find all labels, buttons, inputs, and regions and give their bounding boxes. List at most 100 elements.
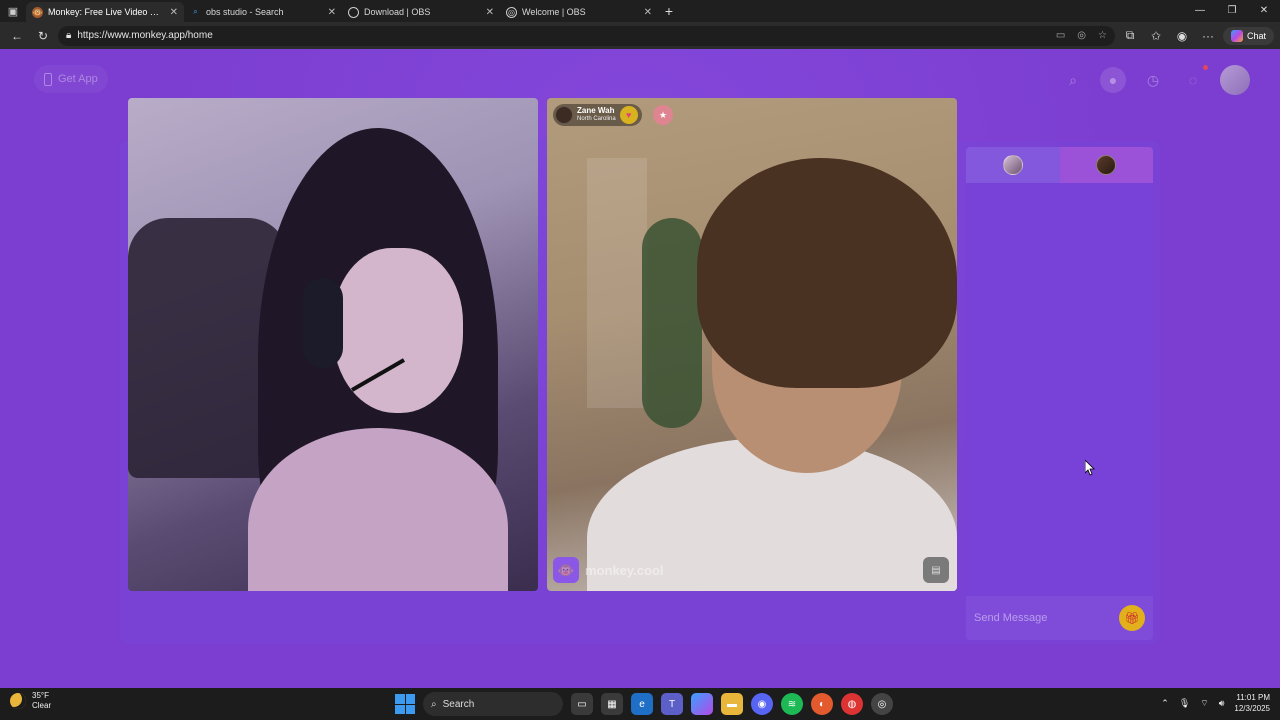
chat-placeholder: Send Message [974, 612, 1048, 624]
notification-dot [1203, 65, 1208, 70]
app-icon[interactable]: ◎ [871, 693, 893, 715]
window-menu-icon[interactable]: ▣ [0, 0, 26, 22]
favorite-star-icon[interactable]: ☆ [1098, 30, 1107, 41]
chevron-up-icon[interactable]: ⌃ [1161, 698, 1169, 709]
url-text: https://www.monkey.app/home [77, 30, 213, 41]
address-bar[interactable]: 🔒︎ https://www.monkey.app/home ▭ ◎ ☆ [58, 25, 1115, 46]
obs-favicon-icon [348, 6, 359, 18]
firefox-icon[interactable]: ◐ [811, 693, 833, 715]
remote-user-meta: Zane Wah North Carolina [577, 106, 616, 124]
clock[interactable]: 11:01 PM 12/3/2025 [1234, 692, 1270, 714]
addressbar-icons: ▭ ◎ ☆ [1056, 30, 1107, 41]
tab-obs-download[interactable]: Download | OBS ✕ [342, 2, 500, 22]
get-app-label: Get App [58, 73, 98, 85]
tab-monkey[interactable]: 🐵 Monkey: Free Live Video Chat ✕ [26, 2, 184, 22]
restore-icon[interactable]: ❐ [1216, 0, 1248, 22]
more-menu-icon[interactable]: ··· [1197, 25, 1219, 47]
obs-icon[interactable]: ◍ [841, 693, 863, 715]
taskbar-apps: ⌕ Search ▭ ▦ e T ▬ ◉ ≋ ◐ ◍ ◎ [395, 692, 893, 716]
chat-tab-remote[interactable] [1059, 147, 1153, 183]
tab-close-icon[interactable]: ✕ [644, 7, 652, 18]
browser-toolbar: ← ↻ 🔒︎ https://www.monkey.app/home ▭ ◎ ☆… [0, 22, 1280, 49]
tab-title: Welcome | OBS [522, 7, 586, 17]
copilot-chat-button[interactable]: Chat [1222, 26, 1274, 45]
profile-icon[interactable]: ◉ [1171, 25, 1193, 47]
chat-input[interactable]: Send Message 🎁︎ [966, 596, 1153, 640]
microphone-icon[interactable]: 🎙︎ [1179, 698, 1190, 709]
tab-obs-search[interactable]: ⌕ obs studio - Search ✕ [184, 2, 342, 22]
chat-tab-local[interactable] [966, 147, 1060, 183]
messages-icon[interactable]: ◌ [1180, 65, 1208, 93]
tab-title: Monkey: Free Live Video Chat [48, 7, 165, 17]
taskbar-search-label: Search [442, 698, 475, 710]
chat-panel: Send Message 🎁︎ [966, 147, 1153, 640]
heart-icon[interactable]: ♥ [619, 106, 638, 124]
volume-icon[interactable]: 🔊︎ [1219, 698, 1225, 709]
remote-user-location: North Carolina [577, 116, 616, 122]
weather-widget[interactable]: 35°F Clear [10, 691, 51, 711]
search-favicon-icon: ⌕ [193, 7, 198, 16]
monkey-favicon-icon: 🐵 [32, 6, 43, 18]
profile-avatar[interactable] [1220, 65, 1250, 95]
task-view-icon[interactable]: ▭ [571, 693, 593, 715]
taskbar-search[interactable]: ⌕ Search [423, 692, 563, 716]
tab-close-icon[interactable]: ✕ [328, 7, 336, 18]
local-video [128, 98, 538, 591]
weather-desc: Clear [32, 701, 52, 710]
weather-text: 35°F Clear [32, 691, 51, 711]
tab-title: Download | OBS [364, 7, 431, 17]
media-icon[interactable]: ▭ [1056, 30, 1065, 41]
search-icon[interactable]: ⌕ [1060, 67, 1086, 93]
remote-video: Zane Wah North Carolina ♥ ★ 🐵 monkey.coo… [547, 98, 957, 591]
local-user-avatar [1002, 155, 1023, 175]
reader-icon[interactable]: ◎ [1077, 30, 1086, 41]
start-button-icon[interactable] [395, 694, 415, 714]
tab-close-icon[interactable]: ✕ [170, 7, 178, 18]
remote-user-name: Zane Wah [577, 106, 615, 115]
tab-obs-welcome[interactable]: ◎ Welcome | OBS ✕ [500, 2, 658, 22]
gift-icon[interactable]: 🎁︎ [1119, 605, 1145, 631]
remote-user-avatar [1096, 155, 1117, 175]
door-shape [587, 158, 647, 408]
extensions-icon[interactable]: ⧉ [1119, 25, 1141, 47]
minimize-icon[interactable]: — [1184, 0, 1216, 22]
tab-close-icon[interactable]: ✕ [486, 7, 494, 18]
store-icon[interactable]: ▦ [601, 693, 623, 715]
plant-shape [642, 218, 702, 428]
globe-favicon-icon: ◎ [506, 6, 517, 18]
moon-icon [10, 693, 26, 709]
teams-icon[interactable]: T [661, 693, 683, 715]
phone-icon [44, 72, 52, 86]
chat-tabs [966, 147, 1153, 183]
badge-icon[interactable]: ★ [653, 105, 673, 125]
file-explorer-icon[interactable]: ▬ [721, 693, 743, 715]
back-icon[interactable]: ← [6, 25, 28, 47]
mouse-cursor-icon [1085, 460, 1095, 476]
windows-taskbar: 35°F Clear ⌕ Search ▭ ▦ e T ▬ ◉ ≋ ◐ ◍ ◎ … [0, 688, 1280, 720]
remote-user-avatar [555, 106, 573, 124]
monkey-logo-icon: 🐵 [553, 557, 579, 583]
refresh-icon[interactable]: ↻ [32, 25, 54, 47]
spotify-icon[interactable]: ≋ [781, 693, 803, 715]
friends-icon[interactable]: ● [1100, 67, 1126, 93]
chat-label: Chat [1246, 30, 1266, 41]
wifi-icon[interactable]: ⌔ [1200, 698, 1208, 709]
remote-user-chip[interactable]: Zane Wah North Carolina ♥ [553, 104, 642, 126]
new-tab-button[interactable]: + [658, 3, 680, 19]
get-app-button[interactable]: Get App [34, 65, 108, 93]
window-controls: — ❐ ✕ [1184, 0, 1280, 22]
nav-icons: ⌕ ● ◷ ◌ [1060, 65, 1250, 95]
browser-tabstrip: ▣ 🐵 Monkey: Free Live Video Chat ✕ ⌕ obs… [0, 0, 1280, 22]
copilot-icon[interactable] [691, 693, 713, 715]
person-hair [697, 158, 957, 388]
discord-icon[interactable]: ◉ [751, 693, 773, 715]
close-window-icon[interactable]: ✕ [1248, 0, 1280, 22]
history-icon[interactable]: ◷ [1140, 67, 1166, 93]
clock-date: 12/3/2025 [1234, 704, 1270, 713]
favorites-icon[interactable]: ✩ [1145, 25, 1167, 47]
monkey-watermark: 🐵 monkey.cool [553, 557, 664, 583]
edge-icon[interactable]: e [631, 693, 653, 715]
captions-icon[interactable]: ▤ [923, 557, 949, 583]
clock-time: 11:01 PM [1236, 693, 1270, 702]
lock-icon: 🔒︎ [66, 30, 72, 41]
